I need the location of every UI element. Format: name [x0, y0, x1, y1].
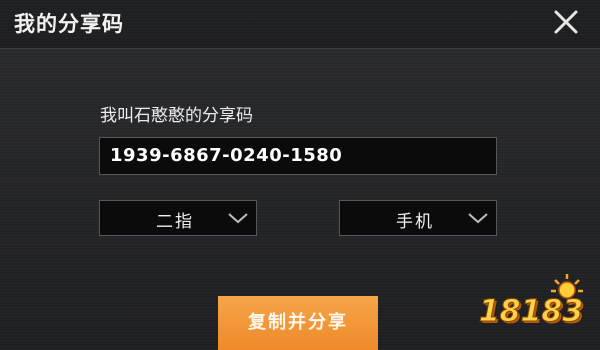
share-code-dialog: 我的分享码 我叫石憨憨的分享码 1939-6867-0240-1580 二指 手… — [0, 0, 600, 350]
watermark-text: 18183 — [478, 294, 584, 330]
share-code-label: 我叫石憨憨的分享码 — [100, 106, 253, 126]
chevron-down-icon — [228, 213, 248, 224]
close-icon — [554, 10, 578, 34]
share-code-field[interactable]: 1939-6867-0240-1580 — [99, 137, 497, 175]
watermark-logo: 18183 — [470, 272, 592, 342]
chevron-down-icon — [468, 213, 488, 224]
control-mode-value: 二指 — [156, 212, 194, 232]
copy-and-share-button[interactable]: 复制并分享 — [218, 296, 378, 350]
dialog-title: 我的分享码 — [14, 12, 124, 36]
dialog-header: 我的分享码 — [0, 0, 600, 49]
device-select[interactable]: 手机 — [339, 200, 497, 236]
control-mode-select[interactable]: 二指 — [99, 200, 257, 236]
close-button[interactable] — [550, 6, 582, 38]
device-value: 手机 — [396, 212, 434, 232]
